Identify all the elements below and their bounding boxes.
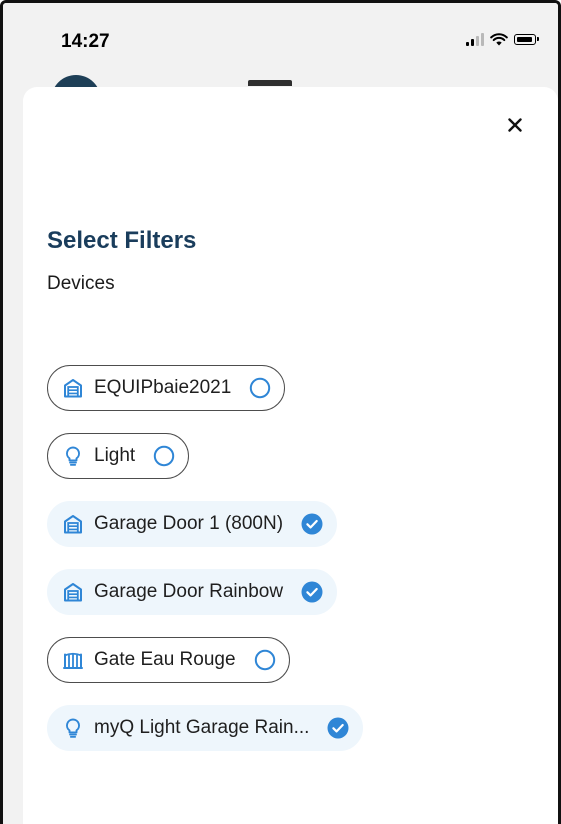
- status-time: 14:27: [61, 31, 110, 52]
- sheet-title: Select Filters: [47, 227, 197, 254]
- wifi-icon: [490, 33, 508, 46]
- filter-chip-unselected[interactable]: Light: [47, 433, 190, 479]
- filter-chip-label: Garage Door 1 (800N): [94, 513, 284, 534]
- battery-icon: [514, 34, 539, 45]
- filter-chip-unselected[interactable]: EQUIPbaie2021: [47, 365, 286, 411]
- sheet-subtitle: Devices: [47, 273, 115, 294]
- filter-chip-selected[interactable]: Garage Door Rainbow: [47, 569, 338, 615]
- filter-chip-selected[interactable]: Garage Door 1 (800N): [47, 501, 338, 547]
- empty-circle-icon: [153, 445, 175, 467]
- lightbulb-icon: [62, 717, 84, 739]
- gate-icon: [62, 649, 84, 671]
- filter-chip-label: Light: [94, 445, 136, 466]
- checkmark-circle-icon: [301, 581, 323, 603]
- empty-circle-icon: [249, 377, 271, 399]
- close-button[interactable]: [501, 111, 529, 139]
- status-bar: 14:27: [3, 3, 558, 83]
- checkmark-circle-icon: [327, 717, 349, 739]
- filter-chip-selected[interactable]: myQ Light Garage Rain...: [47, 705, 364, 751]
- filter-chip-unselected[interactable]: Gate Eau Rouge: [47, 637, 290, 683]
- checkmark-circle-icon: [301, 513, 323, 535]
- lightbulb-icon: [62, 445, 84, 467]
- phone-frame: 14:27 Select Filters Devices EQUIPbaie20…: [0, 0, 561, 824]
- empty-circle-icon: [254, 649, 276, 671]
- garage-door-icon: [62, 581, 84, 603]
- garage-door-icon: [62, 513, 84, 535]
- filter-chip-label: myQ Light Garage Rain...: [94, 717, 310, 738]
- background-screen-title: [248, 76, 308, 86]
- close-icon: [508, 118, 522, 132]
- filter-chip-label: Gate Eau Rouge: [94, 649, 236, 670]
- filter-chip-label: Garage Door Rainbow: [94, 581, 284, 602]
- garage-door-icon: [62, 377, 84, 399]
- filter-chip-label: EQUIPbaie2021: [94, 377, 232, 398]
- cellular-signal-icon: [466, 33, 484, 46]
- filter-sheet: Select Filters Devices EQUIPbaie2021 Lig…: [23, 87, 558, 824]
- status-icons: [466, 33, 539, 46]
